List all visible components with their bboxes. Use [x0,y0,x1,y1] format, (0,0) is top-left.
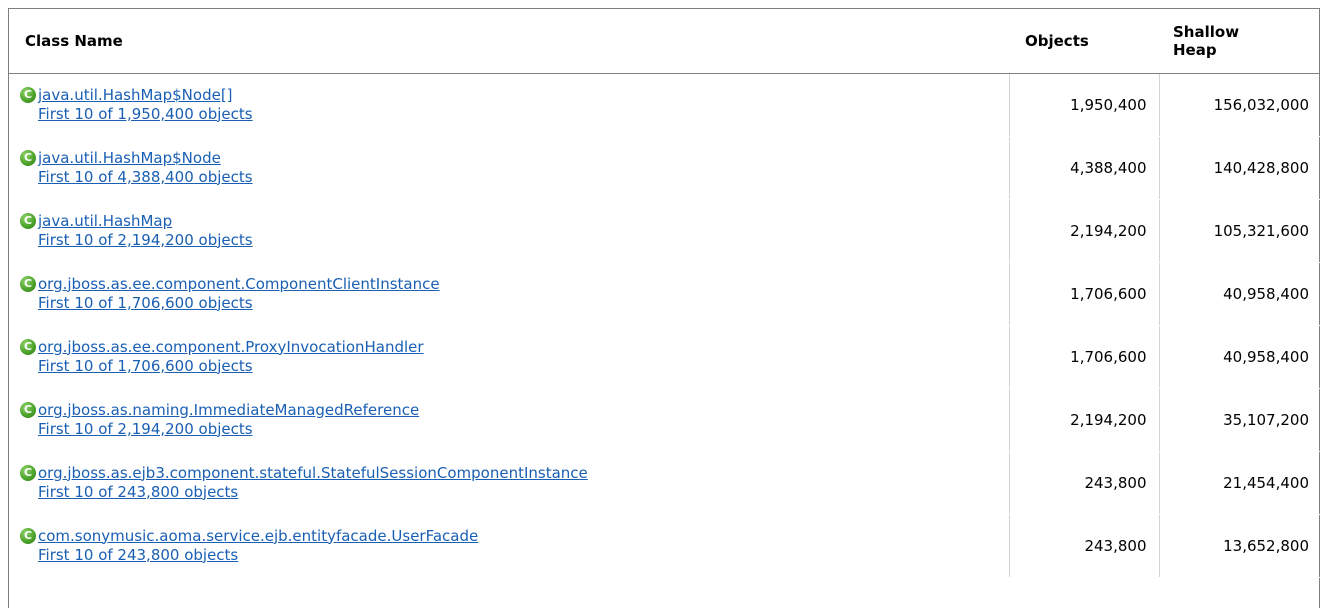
table-body: C java.util.HashMap$Node[] First 10 of 1… [9,73,1320,578]
shallow-heap-cell: 35,107,200 [1159,388,1320,452]
table-row: C org.jboss.as.ejb3.component.stateful.S… [9,451,1320,515]
class-icon: C [20,401,36,418]
class-name-lines: org.jboss.as.naming.ImmediateManagedRefe… [38,401,419,439]
class-name-block: C java.util.HashMap$Node[] First 10 of 1… [20,86,1008,124]
table-row: C org.jboss.as.naming.ImmediateManagedRe… [9,388,1320,452]
class-name-link[interactable]: java.util.HashMap$Node[] [38,86,253,105]
table-row: C org.jboss.as.ee.component.ComponentCli… [9,262,1320,326]
first-objects-link[interactable]: First 10 of 1,706,600 objects [38,294,440,313]
shallow-heap-cell: 105,321,600 [1159,199,1320,263]
shallow-heap-cell: 13,652,800 [1159,514,1320,578]
class-name-link[interactable]: com.sonymusic.aoma.service.ejb.entityfac… [38,527,478,546]
objects-cell: 1,706,600 [1009,325,1160,389]
first-objects-link[interactable]: First 10 of 1,950,400 objects [38,105,253,124]
shallow-heap-cell: 156,032,000 [1159,73,1320,137]
shallow-heap-cell: 40,958,400 [1159,325,1320,389]
first-objects-link[interactable]: First 10 of 2,194,200 objects [38,420,419,439]
class-name-lines: java.util.HashMap$Node[] First 10 of 1,9… [38,86,253,124]
table-row: C com.sonymusic.aoma.service.ejb.entityf… [9,514,1320,578]
class-name-cell: C java.util.HashMap$Node First 10 of 4,3… [9,136,1010,200]
histogram-table-container: Class Name Objects Shallow Heap C java.u… [8,8,1320,608]
shallow-heap-cell: 21,454,400 [1159,451,1320,515]
class-name-link[interactable]: java.util.HashMap [38,212,253,231]
table-row: C java.util.HashMap$Node First 10 of 4,3… [9,136,1320,200]
class-name-cell: C org.jboss.as.ee.component.ComponentCli… [9,262,1010,326]
table-row: C java.util.HashMap$Node[] First 10 of 1… [9,73,1320,137]
class-icon: C [20,464,36,481]
table-row: C java.util.HashMap First 10 of 2,194,20… [9,199,1320,263]
class-icon: C [20,212,36,229]
first-objects-link[interactable]: First 10 of 1,706,600 objects [38,357,424,376]
class-name-cell: C java.util.HashMap First 10 of 2,194,20… [9,199,1010,263]
objects-cell: 1,950,400 [1009,73,1160,137]
class-name-block: C org.jboss.as.ee.component.ProxyInvocat… [20,338,1008,376]
class-name-lines: java.util.HashMap$Node First 10 of 4,388… [38,149,253,187]
objects-cell: 2,194,200 [1009,388,1160,452]
shallow-heap-cell: 140,428,800 [1159,136,1320,200]
class-name-cell: C org.jboss.as.ee.component.ProxyInvocat… [9,325,1010,389]
class-name-block: C org.jboss.as.ee.component.ComponentCli… [20,275,1008,313]
first-objects-link[interactable]: First 10 of 243,800 objects [38,483,588,502]
class-name-cell: C org.jboss.as.ejb3.component.stateful.S… [9,451,1010,515]
class-name-link[interactable]: java.util.HashMap$Node [38,149,253,168]
class-name-lines: com.sonymusic.aoma.service.ejb.entityfac… [38,527,478,565]
class-name-cell: C com.sonymusic.aoma.service.ejb.entityf… [9,514,1010,578]
shallow-heap-header-label: Shallow Heap [1173,22,1240,59]
class-name-link[interactable]: org.jboss.as.ee.component.ComponentClien… [38,275,440,294]
objects-cell: 243,800 [1009,514,1160,578]
column-header-shallow-heap[interactable]: Shallow Heap [1159,9,1320,74]
objects-cell: 243,800 [1009,451,1160,515]
class-name-block: C com.sonymusic.aoma.service.ejb.entityf… [20,527,1008,565]
column-header-class-name[interactable]: Class Name [9,9,1009,74]
class-name-block: C org.jboss.as.naming.ImmediateManagedRe… [20,401,1008,439]
class-icon: C [20,149,36,166]
class-name-block: C org.jboss.as.ejb3.component.stateful.S… [20,464,1008,502]
first-objects-link[interactable]: First 10 of 4,388,400 objects [38,168,253,187]
class-name-lines: java.util.HashMap First 10 of 2,194,200 … [38,212,253,250]
objects-cell: 4,388,400 [1009,136,1160,200]
class-name-link[interactable]: org.jboss.as.ejb3.component.stateful.Sta… [38,464,588,483]
class-icon: C [20,275,36,292]
class-name-link[interactable]: org.jboss.as.ee.component.ProxyInvocatio… [38,338,424,357]
column-header-objects[interactable]: Objects [1009,9,1159,74]
class-name-block: C java.util.HashMap$Node First 10 of 4,3… [20,149,1008,187]
class-name-cell: C java.util.HashMap$Node[] First 10 of 1… [9,73,1010,137]
class-icon: C [20,338,36,355]
objects-cell: 2,194,200 [1009,199,1160,263]
class-name-link[interactable]: org.jboss.as.naming.ImmediateManagedRefe… [38,401,419,420]
first-objects-link[interactable]: First 10 of 2,194,200 objects [38,231,253,250]
class-name-block: C java.util.HashMap First 10 of 2,194,20… [20,212,1008,250]
objects-cell: 1,706,600 [1009,262,1160,326]
class-icon: C [20,527,36,544]
class-name-cell: C org.jboss.as.naming.ImmediateManagedRe… [9,388,1010,452]
class-icon: C [20,86,36,103]
class-name-lines: org.jboss.as.ee.component.ProxyInvocatio… [38,338,424,376]
class-name-lines: org.jboss.as.ee.component.ComponentClien… [38,275,440,313]
table-row: C org.jboss.as.ee.component.ProxyInvocat… [9,325,1320,389]
shallow-heap-cell: 40,958,400 [1159,262,1320,326]
class-name-lines: org.jboss.as.ejb3.component.stateful.Sta… [38,464,588,502]
class-histogram-table: Class Name Objects Shallow Heap C java.u… [9,9,1320,578]
first-objects-link[interactable]: First 10 of 243,800 objects [38,546,478,565]
table-header-row: Class Name Objects Shallow Heap [9,9,1320,74]
